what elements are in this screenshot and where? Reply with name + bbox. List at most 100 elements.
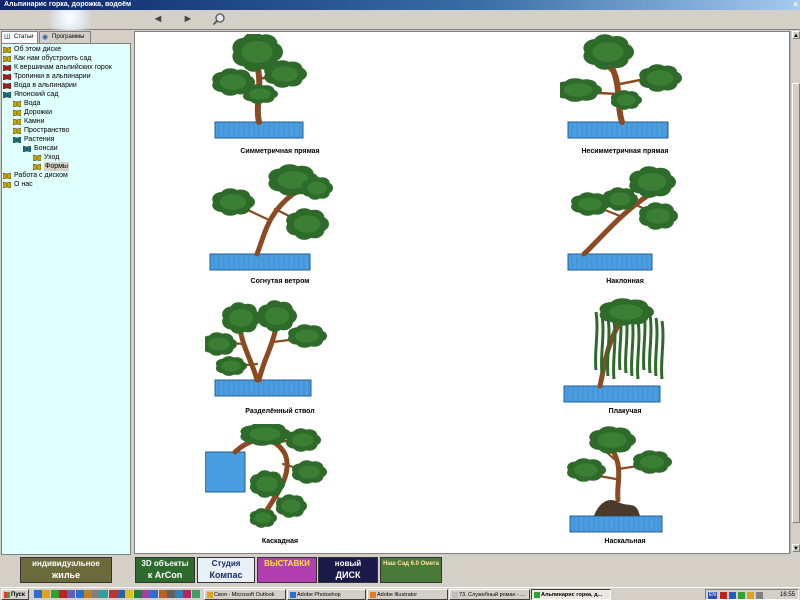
- language-indicator[interactable]: EN: [708, 592, 717, 599]
- article-tree: Об этом диске Как нам обустроить сад К вер…: [1, 43, 131, 555]
- ad-banner[interactable]: новый ДИСК: [318, 557, 378, 583]
- windows-logo-icon: [4, 592, 10, 598]
- tree-item[interactable]: Растения: [2, 135, 130, 144]
- quick-launch-icon[interactable]: [34, 590, 42, 598]
- quick-launch-icon[interactable]: [166, 590, 175, 598]
- app-icon: [452, 592, 458, 598]
- ad-banner[interactable]: индивидуальное жилье: [20, 557, 112, 583]
- app-icon: [534, 592, 540, 598]
- content-area: Симметричная прямая Несимметричная прямая…: [134, 31, 790, 554]
- start-label: Пуск: [11, 592, 25, 598]
- tree-item[interactable]: Японский сад: [2, 90, 130, 99]
- bonsai-caption: Плакучая: [608, 408, 642, 415]
- quick-launch-icon[interactable]: [117, 590, 125, 598]
- tab-programs[interactable]: ◉ Программы: [39, 31, 91, 43]
- tree-item-label: Об этом диске: [14, 46, 62, 53]
- forward-arrow-icon[interactable]: ►: [180, 12, 196, 27]
- tree-item[interactable]: О нас: [2, 180, 130, 189]
- start-button[interactable]: Пуск: [1, 589, 29, 600]
- back-arrow-icon[interactable]: ◄: [150, 12, 166, 27]
- ad-banner[interactable]: ВЫСТАВКИ: [257, 557, 317, 583]
- navigation-panel: Ш Статьи ◉ Программы Об этом диске Как на…: [0, 30, 131, 555]
- tree-item[interactable]: Формы: [2, 162, 130, 171]
- quick-launch-icon[interactable]: [158, 590, 167, 598]
- tree-item[interactable]: Вода: [2, 99, 130, 108]
- search-icon[interactable]: [212, 12, 228, 27]
- quick-launch-icon[interactable]: [183, 590, 192, 598]
- taskbar-button[interactable]: Adobe Photoshop: [287, 589, 366, 600]
- bonsai-caption: Несимметричная прямая: [581, 148, 669, 155]
- tree-item[interactable]: Пространство: [2, 126, 130, 135]
- quick-launch-icon[interactable]: [42, 590, 51, 598]
- app-icon: [370, 592, 376, 598]
- taskbar-button[interactable]: Своя - Microsoft Outlook: [204, 589, 286, 600]
- tree-item[interactable]: Бонсаи: [2, 144, 130, 153]
- tree-item-label: Работа с диском: [14, 172, 68, 179]
- tray-app-icon[interactable]: [747, 592, 754, 599]
- system-tray: EN 16:55: [705, 589, 799, 600]
- tree-item-label: Камни: [24, 118, 45, 125]
- tree-item[interactable]: Об этом диске: [2, 45, 130, 54]
- tray-app-icon[interactable]: [738, 592, 745, 599]
- ad-banner[interactable]: 3D объекты к ArCon: [135, 557, 195, 583]
- tree-item-label: Как нам обустроить сад: [14, 55, 92, 62]
- ad-banner[interactable]: Наш Сад 6.0 Омега: [380, 557, 442, 583]
- taskbar-button[interactable]: 73. Служебный роман - ...: [449, 589, 530, 600]
- globe-icon: ◉: [42, 34, 49, 41]
- question-book-icon: [2, 181, 12, 189]
- scroll-thumb[interactable]: [792, 83, 800, 523]
- quick-launch-icon[interactable]: [100, 590, 109, 598]
- question-book-icon: [2, 55, 12, 63]
- tree-item[interactable]: К вершинам альпийских горок: [2, 63, 130, 72]
- quick-launch-icon[interactable]: [141, 590, 150, 598]
- tree-item-label: О нас: [14, 181, 33, 188]
- question-book-icon: [32, 154, 42, 162]
- book-icon: [2, 82, 12, 90]
- bonsai-caption: Наскальная: [604, 538, 646, 545]
- tree-item[interactable]: Тропинки в альпинарии: [2, 72, 130, 81]
- book-icon: Ш: [4, 34, 11, 41]
- tree-item[interactable]: Вода в альпинарии: [2, 81, 130, 90]
- quick-launch-icon[interactable]: [67, 590, 76, 598]
- ad-banner[interactable]: Студия Компас: [197, 557, 255, 583]
- question-book-icon: [12, 100, 22, 108]
- quick-launch-icon[interactable]: [75, 590, 84, 598]
- book-icon: [2, 73, 12, 81]
- taskbar-button-label: Adobe Illustrator: [377, 592, 418, 598]
- quick-launch-icon[interactable]: [191, 590, 200, 598]
- quick-launch-icon[interactable]: [92, 590, 101, 598]
- tree-item[interactable]: Работа с диском: [2, 171, 130, 180]
- scroll-up-icon[interactable]: ▲: [792, 31, 800, 39]
- quick-launch-icon[interactable]: [50, 590, 59, 598]
- scroll-down-icon[interactable]: ▼: [792, 544, 800, 552]
- tray-app-icon[interactable]: [720, 592, 727, 599]
- bonsai-asymmetric-image: [560, 34, 682, 139]
- quick-launch-icon[interactable]: [108, 590, 117, 598]
- tree-item[interactable]: Как нам обустроить сад: [2, 54, 130, 63]
- bonsai-caption: Симметричная прямая: [240, 148, 320, 155]
- quick-launch-icon[interactable]: [150, 590, 159, 598]
- close-icon[interactable]: ×: [793, 0, 798, 10]
- quick-launch-icon[interactable]: [83, 590, 92, 598]
- volume-icon[interactable]: [756, 592, 763, 599]
- tab-articles[interactable]: Ш Статьи: [1, 31, 38, 43]
- taskbar-button[interactable]: Альпинарис горка, д...: [531, 589, 611, 600]
- question-book-icon: [32, 163, 42, 171]
- quick-launch-icon[interactable]: [133, 590, 142, 598]
- quick-launch-icon[interactable]: [58, 590, 67, 598]
- book-icon: [2, 64, 12, 72]
- taskbar-button-label: Adobe Photoshop: [297, 592, 341, 598]
- quick-launch-icon[interactable]: [175, 590, 184, 598]
- vertical-scrollbar[interactable]: ▲ ▼: [790, 31, 800, 554]
- bonsai-cascade-image: [205, 424, 327, 528]
- bonsai-weeping-image: [563, 298, 665, 403]
- tree-item[interactable]: Камни: [2, 117, 130, 126]
- tray-app-icon[interactable]: [729, 592, 736, 599]
- banner-line: индивидуальное: [32, 559, 100, 568]
- quick-launch-icon[interactable]: [125, 590, 134, 598]
- bonsai-caption: Согнутая ветром: [250, 278, 310, 285]
- taskbar-button[interactable]: Adobe Illustrator: [367, 589, 448, 600]
- tree-item[interactable]: Уход: [2, 153, 130, 162]
- tree-item-label: Японский сад: [14, 91, 59, 98]
- tree-item[interactable]: Дорожки: [2, 108, 130, 117]
